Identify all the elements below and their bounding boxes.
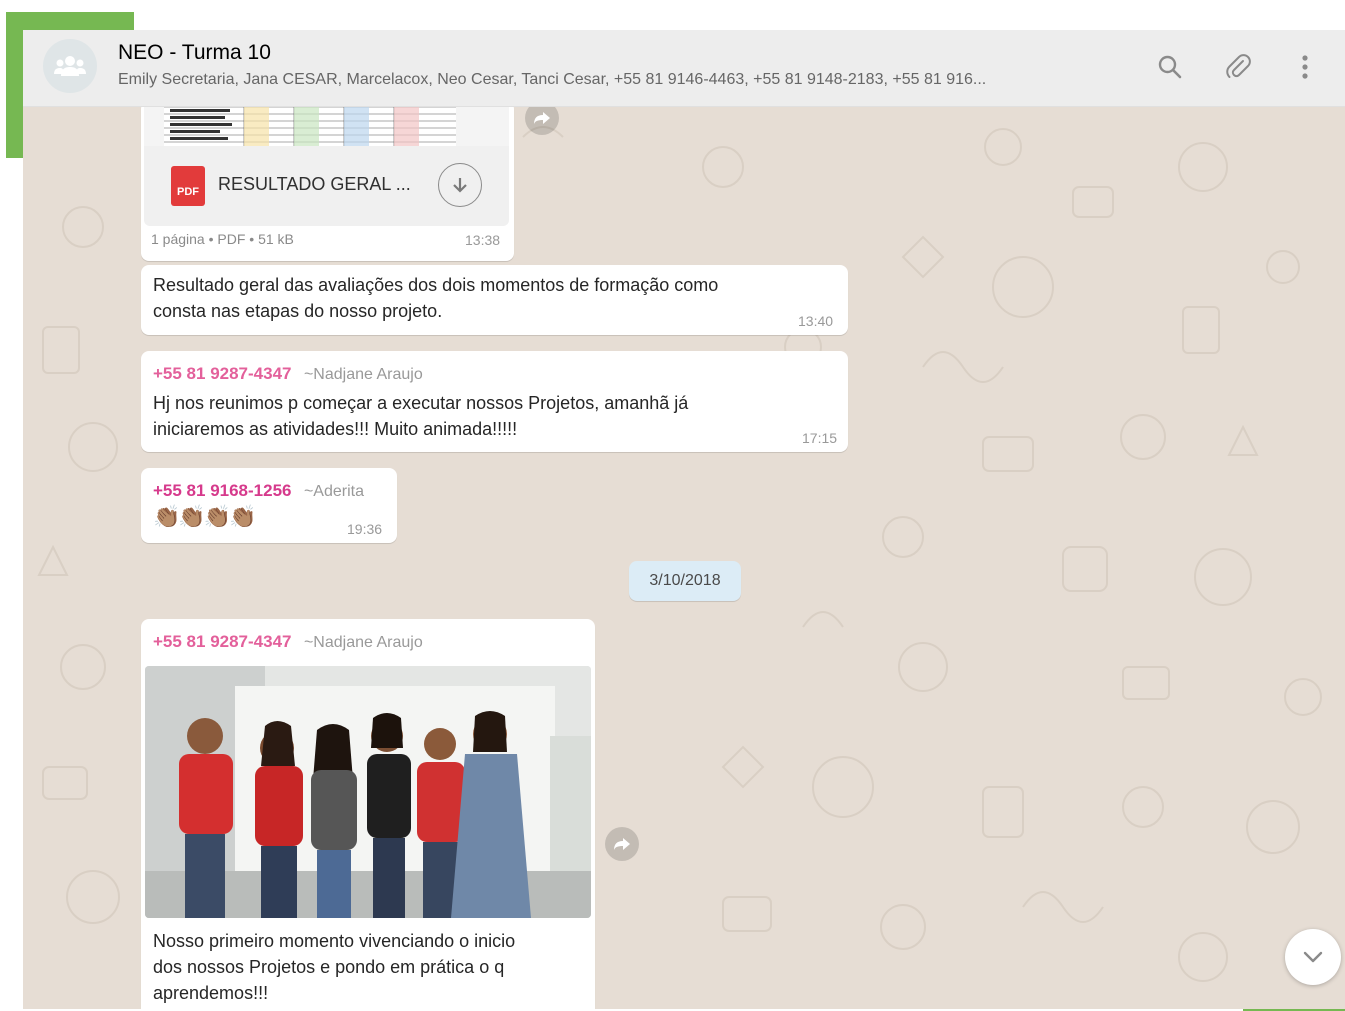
document-thumbnail[interactable] bbox=[144, 107, 509, 146]
sender-name: ~Aderita bbox=[303, 483, 364, 500]
document-file-name[interactable]: RESULTADO GERAL ... bbox=[218, 174, 411, 195]
group-photo[interactable] bbox=[145, 666, 591, 918]
message-time: 19:36 bbox=[347, 521, 383, 537]
chat-header[interactable]: NEO - Turma 10 Emily Secretaria, Jana CE… bbox=[23, 30, 1345, 107]
scroll-to-bottom-button[interactable] bbox=[1285, 929, 1341, 985]
sender-phone[interactable]: +55 81 9287-4347 bbox=[153, 364, 292, 383]
date-divider: 3/10/2018 bbox=[629, 561, 741, 601]
sender-name: ~Nadjane Araujo bbox=[303, 366, 423, 383]
message-time: 13:38 bbox=[465, 232, 501, 248]
document-info-row[interactable]: PDF RESULTADO GERAL ... bbox=[144, 146, 509, 226]
group-avatar-icon[interactable] bbox=[43, 39, 97, 93]
sender-phone[interactable]: +55 81 9287-4347 bbox=[153, 632, 292, 651]
message-sender[interactable]: +55 81 9168-1256 ~Aderita bbox=[153, 481, 364, 501]
sender-name: ~Nadjane Araujo bbox=[303, 634, 423, 651]
decorative-accent-bar bbox=[6, 12, 134, 30]
sender-phone[interactable]: +55 81 9168-1256 bbox=[153, 481, 292, 500]
download-button[interactable] bbox=[438, 163, 482, 207]
message-text: Hj nos reunimos p começar a executar nos… bbox=[153, 393, 689, 439]
forward-arrow-icon bbox=[614, 838, 630, 850]
forward-arrow-icon bbox=[534, 112, 550, 124]
more-vertical-icon[interactable] bbox=[1288, 50, 1322, 84]
message-sender[interactable]: +55 81 9287-4347 ~Nadjane Araujo bbox=[153, 632, 423, 652]
chevron-down-icon bbox=[1303, 951, 1323, 963]
search-icon[interactable] bbox=[1153, 50, 1187, 84]
image-message-bubble[interactable]: +55 81 9287-4347 ~Nadjane Araujo Nosso p… bbox=[141, 619, 595, 1009]
forward-message-button[interactable] bbox=[605, 827, 639, 861]
text-message-bubble[interactable]: +55 81 9168-1256 ~Aderita 👏🏽👏🏽👏🏽👏🏽 19:36 bbox=[141, 468, 397, 543]
paperclip-icon[interactable] bbox=[1221, 50, 1255, 84]
document-meta: 1 página • PDF • 51 kB bbox=[151, 231, 294, 247]
chat-window: NEO - Turma 10 Emily Secretaria, Jana CE… bbox=[23, 30, 1345, 1009]
document-message-bubble[interactable]: PDF RESULTADO GERAL ... 1 página • PDF •… bbox=[141, 107, 514, 261]
message-sender[interactable]: +55 81 9287-4347 ~Nadjane Araujo bbox=[153, 364, 423, 384]
download-arrow-icon bbox=[453, 178, 467, 193]
pdf-file-icon: PDF bbox=[171, 166, 205, 206]
clapping-emoji: 👏🏽👏🏽👏🏽👏🏽 bbox=[153, 504, 257, 529]
chat-title[interactable]: NEO - Turma 10 bbox=[118, 41, 271, 65]
message-text: Resultado geral das avaliações dos dois … bbox=[153, 275, 719, 321]
message-time: 13:40 bbox=[798, 313, 834, 329]
chat-members-list[interactable]: Emily Secretaria, Jana CESAR, Marcelacox… bbox=[118, 71, 1118, 89]
chat-messages-area[interactable]: PDF RESULTADO GERAL ... 1 página • PDF •… bbox=[23, 107, 1345, 1009]
text-message-bubble[interactable]: +55 81 9287-4347 ~Nadjane Araujo Hj nos … bbox=[141, 351, 848, 452]
image-caption: Nosso primeiro momento vivenciando o ini… bbox=[153, 931, 516, 1003]
text-message-bubble[interactable]: Resultado geral das avaliações dos dois … bbox=[141, 265, 848, 335]
message-time: 17:15 bbox=[802, 430, 838, 446]
decorative-accent-bar bbox=[6, 12, 24, 158]
